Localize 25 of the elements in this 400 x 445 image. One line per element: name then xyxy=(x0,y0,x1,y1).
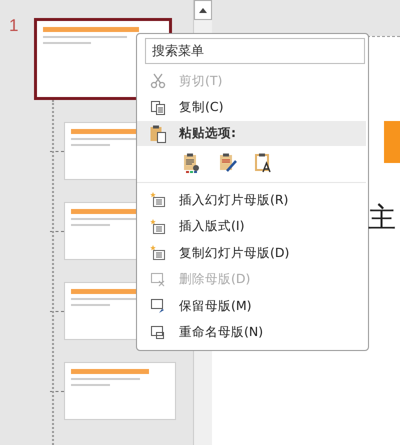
menu-item[interactable]: 保留母版(M) xyxy=(137,293,368,320)
clipboard-icon xyxy=(150,124,166,142)
slide-delete-icon xyxy=(150,272,166,288)
menu-item[interactable]: 重命名母版(N) xyxy=(137,320,368,346)
clipboard-letter-icon xyxy=(255,153,273,173)
clipboard-text-icon xyxy=(183,153,201,173)
menu-item[interactable]: 复制幻灯片母版(D) xyxy=(137,240,368,266)
clipboard-brush-icon xyxy=(219,153,237,173)
copy-icon xyxy=(150,100,166,116)
scroll-up-button[interactable] xyxy=(194,0,212,20)
new-slide-icon xyxy=(150,192,166,208)
slide-rename-icon xyxy=(150,324,166,341)
title-placeholder-shape xyxy=(384,121,400,163)
up-arrow-icon xyxy=(199,8,207,12)
new-slide-icon xyxy=(150,245,166,262)
menu-item[interactable]: 插入版式(I) xyxy=(137,214,368,240)
menu-item[interactable]: 插入幻灯片母版(R) xyxy=(137,187,368,214)
slide-title-text: 主 xyxy=(368,201,396,235)
paste-options-heading: 粘贴选项: xyxy=(179,125,236,142)
slide-number: 1 xyxy=(9,16,18,36)
new-slide-icon xyxy=(150,218,166,235)
search-field[interactable]: 搜索菜单 xyxy=(145,38,365,64)
pin-slide-icon xyxy=(150,298,166,314)
scissors-icon xyxy=(150,73,166,90)
menu-item[interactable]: 复制(C) xyxy=(137,94,368,121)
